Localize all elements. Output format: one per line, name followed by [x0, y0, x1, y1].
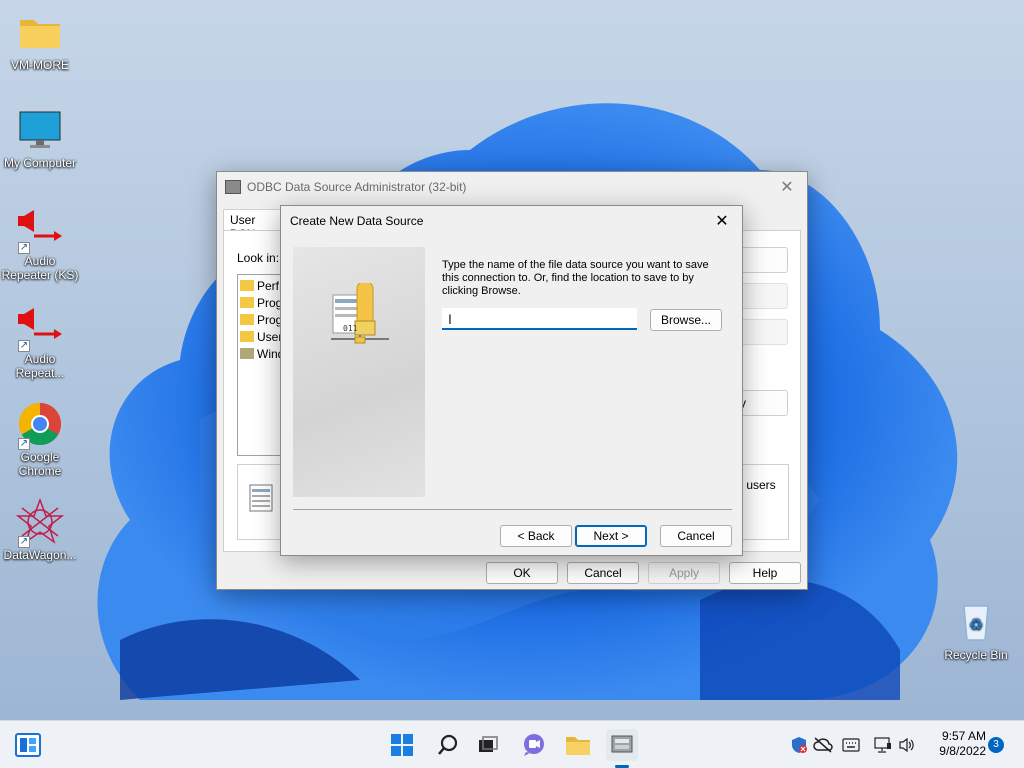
folder-icon: [240, 331, 254, 342]
folder-icon: [240, 348, 254, 359]
security-shield-icon[interactable]: [786, 729, 812, 761]
desktop-icon-label: Google Chrome: [18, 450, 62, 478]
shortcut-arrow-icon: ↗: [18, 340, 30, 352]
datasource-icon: [248, 481, 276, 513]
desktop-icon-my-computer[interactable]: My Computer: [0, 106, 80, 170]
folder-icon: [240, 314, 254, 325]
speaker-arrow-icon: ↗: [16, 204, 64, 254]
teams-chat-icon[interactable]: [518, 729, 550, 761]
file-explorer-icon[interactable]: [562, 729, 594, 761]
network-icon[interactable]: [870, 729, 896, 761]
datawagon-icon: ↗: [15, 497, 65, 548]
text-cursor-icon: I: [448, 311, 452, 327]
close-icon[interactable]: ✕: [702, 207, 742, 235]
list-item[interactable]: Wind: [240, 347, 284, 361]
search-icon[interactable]: [432, 729, 464, 761]
tab-user-dsn[interactable]: User DSN: [223, 209, 283, 241]
desktop-icon-audio-repeater[interactable]: ↗ Audio Repeat...: [0, 302, 80, 380]
desktop-icon-label: DataWagon...: [3, 548, 77, 562]
odbc-app-icon: [225, 180, 241, 194]
odbc-window-title: ODBC Data Source Administrator (32-bit): [247, 180, 467, 194]
look-in-label: Look in:: [237, 251, 280, 265]
clock[interactable]: 9:57 AM 9/8/2022: [924, 729, 986, 759]
clock-date: 9/8/2022: [939, 744, 986, 758]
folder-icon: [16, 8, 64, 56]
desktop-icon-label: My Computer: [3, 156, 77, 170]
next-button[interactable]: Next >: [575, 525, 647, 547]
desktop-icon-recycle-bin[interactable]: ♻ Recycle Bin: [936, 598, 1016, 662]
taskbar: 9:57 AM 9/8/2022 3: [0, 720, 1024, 768]
help-button[interactable]: Help: [729, 562, 801, 584]
monitor-icon: [16, 106, 64, 154]
divider: [293, 509, 732, 510]
folder-icon: [240, 297, 254, 308]
widgets-icon[interactable]: [12, 729, 44, 761]
list-item[interactable]: PerfL: [240, 279, 286, 293]
recycle-bin-icon: ♻: [952, 598, 1000, 646]
cancel-button[interactable]: Cancel: [567, 562, 639, 584]
back-button[interactable]: < Back: [500, 525, 572, 547]
desktop-icon-datawagon[interactable]: ↗ DataWagon...: [0, 497, 80, 562]
database-key-icon: 011: [331, 283, 389, 344]
shortcut-arrow-icon: ↗: [18, 242, 30, 254]
desktop-icon-label: Audio Repeater (KS): [1, 254, 79, 282]
odbc-titlebar: ODBC Data Source Administrator (32-bit) …: [217, 172, 807, 202]
apply-button[interactable]: Apply: [648, 562, 720, 584]
wizard-graphic: 011: [293, 247, 425, 497]
clock-time: 9:57 AM: [941, 729, 986, 743]
desktop-icon-audio-repeater-ks[interactable]: ↗ Audio Repeater (KS): [0, 204, 80, 282]
volume-icon[interactable]: [894, 729, 920, 761]
svg-text:♻: ♻: [969, 615, 983, 634]
chrome-icon: ↗: [16, 400, 64, 450]
odbc-taskbar-icon[interactable]: [606, 729, 638, 761]
shortcut-arrow-icon: ↗: [18, 438, 30, 450]
graphic-binary-text: 011: [343, 324, 358, 333]
desktop-icon-label: Recycle Bin: [944, 648, 1008, 662]
task-view-icon[interactable]: [472, 729, 504, 761]
desktop-icon-vm-more[interactable]: VM-MORE: [0, 8, 80, 72]
file-dsn-name-input[interactable]: [442, 308, 637, 330]
keyboard-icon[interactable]: [838, 729, 864, 761]
desktop-icon-google-chrome[interactable]: ↗ Google Chrome: [0, 400, 80, 478]
shortcut-arrow-icon: ↗: [18, 536, 30, 548]
browse-button[interactable]: Browse...: [650, 309, 722, 331]
close-icon[interactable]: ✕: [767, 173, 807, 201]
notification-badge[interactable]: 3: [988, 737, 1004, 753]
create-data-source-dialog: Create New Data Source ✕ 011 Type the na…: [280, 205, 743, 556]
dialog-titlebar: Create New Data Source ✕: [281, 206, 742, 236]
ok-button[interactable]: OK: [486, 562, 558, 584]
start-icon[interactable]: [386, 729, 418, 761]
desktop-icon-label: VM-MORE: [11, 58, 69, 72]
cancel-button[interactable]: Cancel: [660, 525, 732, 547]
instruction-text: Type the name of the file data source yo…: [442, 259, 709, 297]
onedrive-offline-icon[interactable]: [810, 729, 836, 761]
speaker-arrow-icon: ↗: [16, 302, 64, 352]
folder-icon: [240, 280, 254, 291]
desktop-icon-label: Audio Repeat...: [15, 352, 65, 380]
dialog-title: Create New Data Source: [290, 214, 424, 228]
